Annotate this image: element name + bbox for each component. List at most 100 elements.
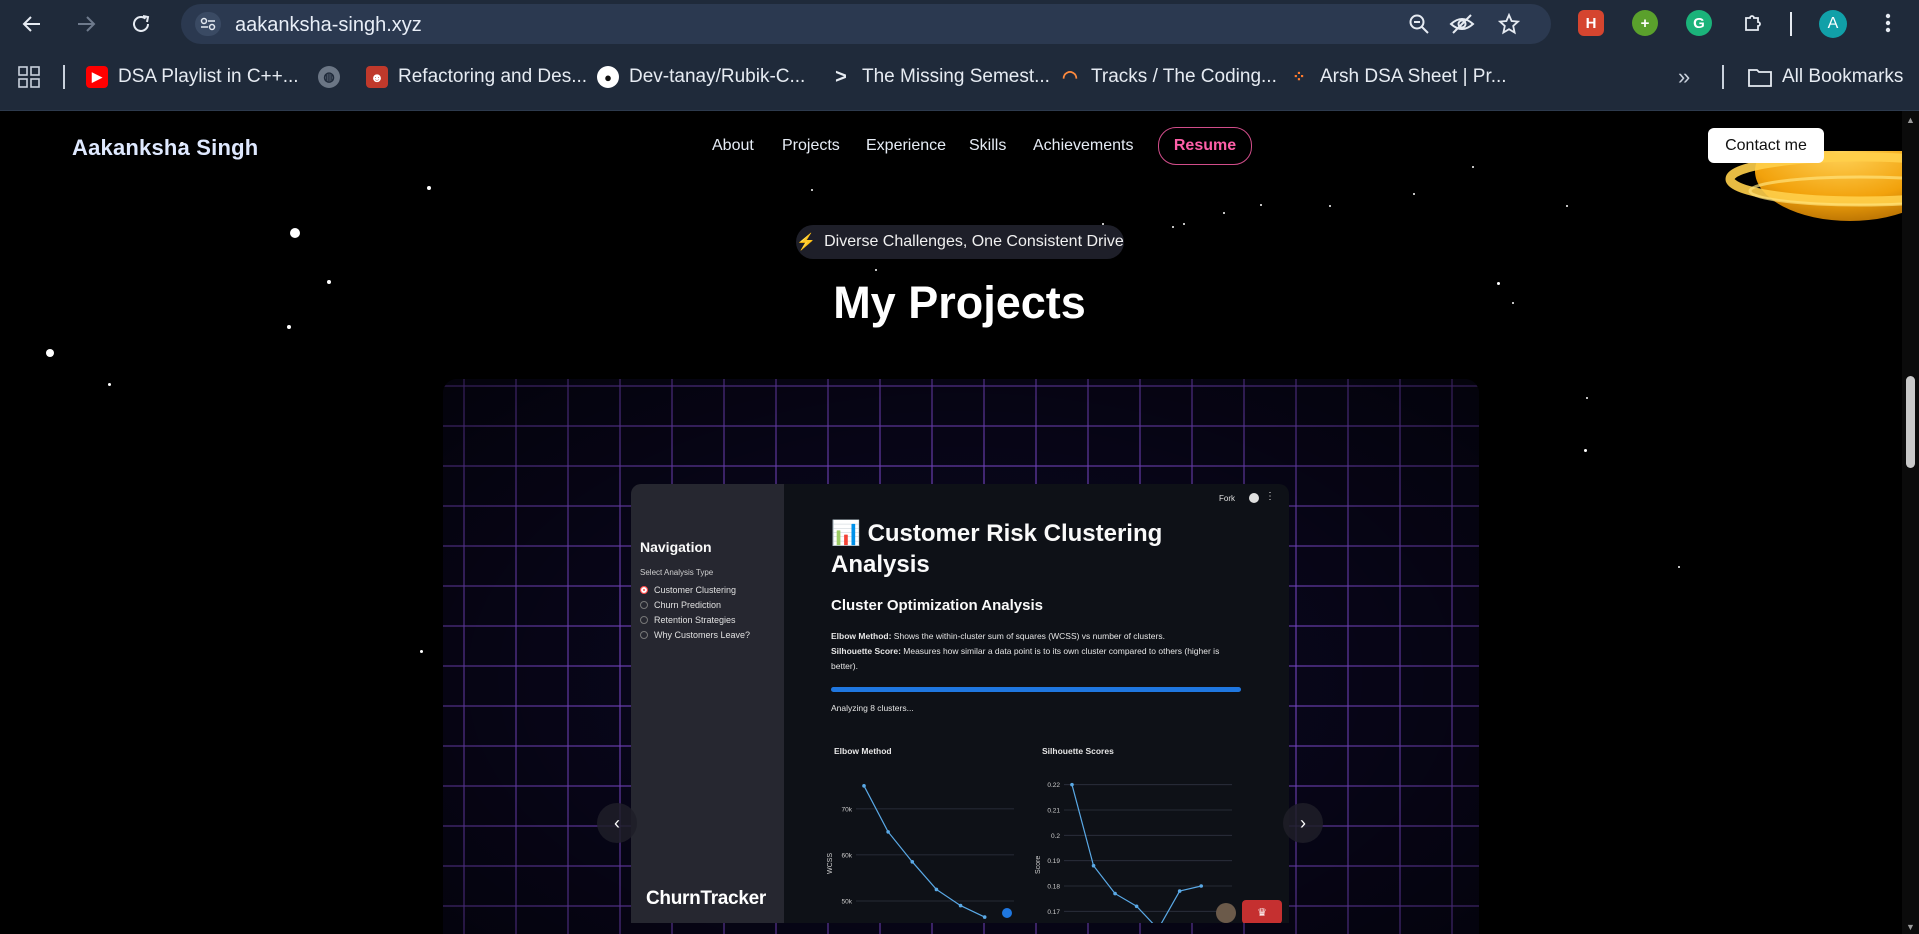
nav-skills[interactable]: Skills — [969, 137, 1006, 155]
data-point[interactable] — [982, 915, 987, 919]
project-screenshot: Navigation Select Analysis Type Customer… — [631, 484, 1289, 923]
nav-projects[interactable]: Projects — [782, 137, 840, 155]
y-tick-label: 0.18 — [1047, 884, 1060, 891]
data-point[interactable] — [934, 887, 939, 892]
nav-about[interactable]: About — [712, 137, 754, 155]
data-point[interactable] — [1113, 891, 1117, 896]
back-button[interactable] — [16, 8, 48, 40]
bookmark-item[interactable]: ◠ Tracks / The Coding... — [1059, 65, 1277, 89]
back-arrow-icon — [22, 16, 40, 32]
star — [811, 189, 813, 191]
bookmark-item[interactable]: ☻ Refactoring and Des... — [366, 65, 587, 89]
section-badge-text: Diverse Challenges, One Consistent Drive — [824, 233, 1124, 250]
all-bookmarks-button[interactable]: All Bookmarks — [1748, 65, 1903, 89]
bookmark-item[interactable]: ⁘ Arsh DSA Sheet | Pr... — [1288, 65, 1507, 89]
extension-grammarly-icon[interactable]: G — [1686, 10, 1712, 36]
data-point[interactable] — [1070, 782, 1074, 787]
star — [1223, 212, 1225, 214]
site-settings-icon[interactable] — [195, 12, 221, 36]
url-text[interactable]: aakanksha-singh.xyz — [235, 14, 422, 37]
analysis-radio-group: Customer Clustering Churn Prediction Ret… — [640, 582, 750, 642]
elbow-term: Elbow Method: — [831, 631, 892, 641]
scroll-down-icon[interactable]: ▼ — [1906, 922, 1915, 932]
bookmark-item[interactable]: > The Missing Semest... — [830, 65, 1050, 89]
scroll-up-icon[interactable]: ▲ — [1906, 115, 1915, 125]
nav-experience[interactable]: Experience — [866, 137, 946, 155]
fork-label[interactable]: Fork — [1219, 494, 1235, 503]
radio-option[interactable]: Retention Strategies — [640, 612, 750, 627]
radio-option[interactable]: Churn Prediction — [640, 597, 750, 612]
bookmark-item[interactable]: ▶ DSA Playlist in C++... — [86, 65, 299, 89]
nav-achievements[interactable]: Achievements — [1033, 137, 1134, 155]
radio-label: Why Customers Leave? — [654, 629, 751, 640]
bookmark-label: Tracks / The Coding... — [1091, 66, 1277, 87]
silhouette-term: Silhouette Score: — [831, 646, 901, 656]
progress-track — [831, 687, 1241, 692]
address-bar[interactable]: aakanksha-singh.xyz — [181, 4, 1551, 44]
forward-button[interactable] — [70, 8, 102, 40]
crown-icon[interactable]: ♛ — [1242, 900, 1282, 923]
elbow-chart: WCSS 70k 60k 50k — [827, 784, 1014, 919]
data-point[interactable] — [1134, 904, 1139, 909]
bookmark-star-icon[interactable] — [1496, 12, 1522, 36]
churntracker-logo: ChurnTracker — [646, 888, 766, 909]
y-tick-label: 0.19 — [1047, 858, 1060, 865]
extension-plus-icon[interactable]: + — [1632, 10, 1658, 36]
terminal-icon: > — [835, 65, 847, 88]
series-line — [863, 785, 985, 918]
bookmarks-divider — [63, 65, 65, 89]
youtube-icon: ▶ — [86, 66, 108, 88]
data-point[interactable] — [958, 903, 963, 908]
radio-label: Churn Prediction — [654, 599, 722, 610]
star — [427, 186, 431, 190]
scrollbar-thumb[interactable] — [1906, 376, 1915, 468]
bookmark-item[interactable]: ● Dev-tanay/Rubik-C... — [597, 65, 805, 89]
toolbar-divider — [1790, 12, 1792, 36]
data-point[interactable] — [1091, 863, 1096, 868]
github-icon[interactable] — [1249, 493, 1259, 503]
y-tick-label: 0.17 — [1047, 909, 1060, 916]
carousel-next-button[interactable]: › — [1283, 803, 1323, 843]
star — [1260, 204, 1262, 206]
bookmark-label: Refactoring and Des... — [398, 66, 588, 87]
star — [108, 383, 111, 386]
data-point[interactable] — [1177, 889, 1182, 893]
dots-icon: ⁘ — [1292, 69, 1306, 86]
y-tick-label: 50k — [842, 898, 853, 905]
radio-selected-icon — [640, 585, 648, 594]
page-scrollbar[interactable]: ▲ ▼ — [1902, 111, 1919, 934]
series-line — [1071, 784, 1202, 923]
apps-grid-icon[interactable] — [18, 65, 40, 89]
y-tick-label: 70k — [842, 806, 853, 813]
data-point[interactable] — [1199, 884, 1203, 888]
bookmark-label: Arsh DSA Sheet | Pr... — [1320, 66, 1507, 87]
site-brand[interactable]: Aakanksha Singh — [72, 135, 258, 161]
reload-icon — [133, 15, 150, 32]
star — [1566, 205, 1568, 207]
radio-option[interactable]: Why Customers Leave? — [640, 627, 750, 642]
data-point[interactable] — [862, 784, 866, 788]
data-point[interactable] — [910, 860, 915, 864]
contact-button[interactable]: Contact me — [1708, 128, 1824, 163]
tracking-protection-icon[interactable] — [1449, 12, 1475, 36]
star — [1586, 397, 1588, 399]
user-avatar[interactable] — [1216, 903, 1236, 923]
extensions-puzzle-icon[interactable] — [1740, 10, 1766, 36]
reload-button[interactable] — [125, 8, 157, 40]
more-menu-icon[interactable] — [1875, 10, 1901, 36]
carousel-prev-button[interactable]: ‹ — [597, 803, 637, 843]
progress-text: Analyzing 8 clusters... — [831, 703, 914, 713]
bookmark-item[interactable]: ◍ — [318, 65, 340, 89]
more-bookmarks-chevron-icon[interactable]: » — [1678, 64, 1690, 89]
globe-icon: ◍ — [318, 66, 340, 88]
profile-avatar[interactable]: A — [1819, 10, 1847, 38]
star — [1584, 449, 1587, 452]
forward-arrow-icon — [78, 16, 96, 32]
resume-button[interactable]: Resume — [1158, 127, 1252, 165]
github-icon: ● — [597, 66, 619, 88]
extension-hackerrank-icon[interactable]: H — [1578, 10, 1604, 36]
data-point[interactable] — [886, 830, 890, 834]
zoom-icon[interactable] — [1406, 12, 1432, 36]
radio-option[interactable]: Customer Clustering — [640, 582, 750, 597]
app-menu-icon[interactable]: ⋮ — [1265, 491, 1275, 502]
